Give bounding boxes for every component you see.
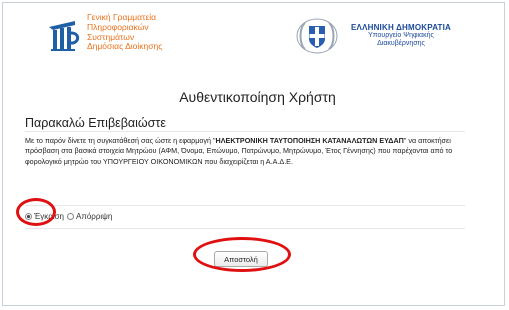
greek-coat-of-arms-icon: [296, 18, 338, 54]
divider: [25, 131, 465, 132]
ministry-text: ΕΛΛΗΝΙΚΗ ΔΗΜΟΚΡΑΤΙΑ Υπουργείο Ψηφιακής Δ…: [341, 23, 461, 48]
divider: [25, 228, 465, 229]
approve-label: Έγκριση: [34, 212, 64, 221]
section-heading: Παρακαλώ Επιβεβαιώστε: [25, 116, 166, 130]
divider: [25, 205, 465, 206]
gsis-name: Γενική Γραμματεία Πληροφοριακών Συστημάτ…: [87, 12, 163, 52]
gsis-logo: Γενική Γραμματεία Πληροφοριακών Συστημάτ…: [47, 12, 207, 59]
approve-option[interactable]: Έγκριση: [25, 212, 64, 221]
greek-republic-logo: ΕΛΛΗΝΙΚΗ ΔΗΜΟΚΡΑΤΙΑ Υπουργείο Ψηφιακής Δ…: [295, 17, 485, 55]
decision-options: Έγκριση Απόρριψη: [25, 212, 115, 221]
consent-app-name: ΗΛΕΚΤΡΟΝΙΚΗ ΤΑΥΤΟΠΟΙΗΣΗ ΚΑΤΑΝΑΛΩΤΩΝ ΕΥΔΑ…: [215, 136, 404, 145]
gsis-line-4: Δημόσιας Διοίκησης: [87, 41, 163, 52]
approve-radio[interactable]: [25, 213, 32, 220]
consent-page: Γενική Γραμματεία Πληροφοριακών Συστημάτ…: [2, 2, 505, 306]
reject-radio[interactable]: [67, 213, 74, 220]
reject-label: Απόρριψη: [76, 212, 113, 221]
consent-part-1: Με το παρόν δίνετε τη συγκατάθεσή σας ώσ…: [25, 136, 216, 145]
ministry-line-2: Διακυβέρνησης: [377, 40, 425, 47]
ministry-line-1: Υπουργείο Ψηφιακής: [368, 32, 434, 39]
reject-option[interactable]: Απόρριψη: [67, 212, 112, 221]
page-title: Αυθεντικοποίηση Χρήστη: [179, 89, 336, 105]
submit-button[interactable]: Αποστολή: [214, 251, 268, 267]
consent-text: Με το παρόν δίνετε τη συγκατάθεσή σας ώσ…: [25, 136, 465, 167]
gov-title: ΕΛΛΗΝΙΚΗ ΔΗΜΟΚΡΑΤΙΑ: [351, 23, 451, 32]
gsis-emblem-icon: [49, 21, 80, 51]
